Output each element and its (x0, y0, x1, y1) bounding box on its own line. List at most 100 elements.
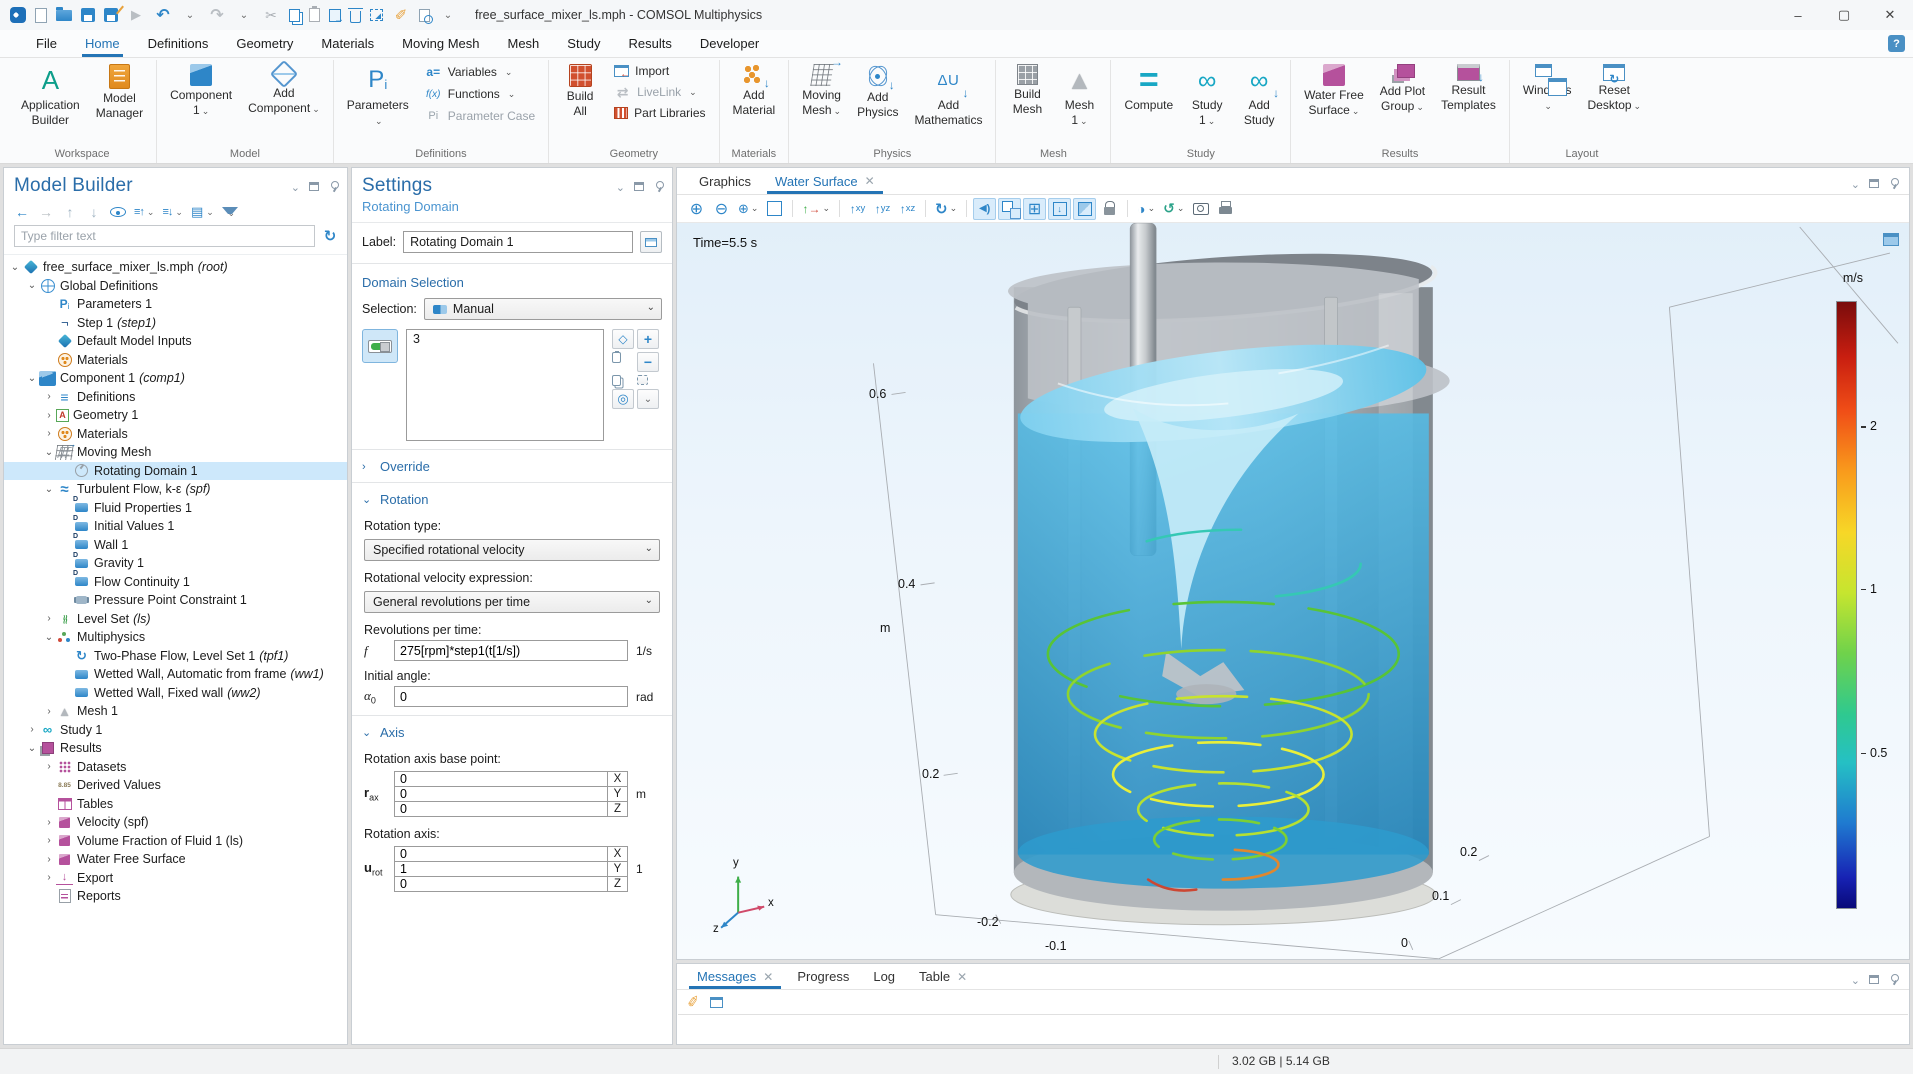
tree-item-datasets[interactable]: › Datasets (4, 758, 347, 777)
model-manager-button[interactable]: ModelManager (88, 60, 151, 121)
menu-tab[interactable]: Moving Mesh (388, 30, 493, 57)
field-input[interactable] (395, 847, 607, 861)
go-back-button[interactable] (14, 204, 30, 220)
tree-item-root[interactable]: ⌄ free_surface_mixer_ls.mph (root) (4, 258, 347, 277)
add-study-button[interactable]: AddStudy (1233, 60, 1285, 128)
tree-item-component-1[interactable]: ⌄ Component 1 (comp1) (4, 369, 347, 388)
tree-item-wall-1[interactable]: Wall 1 (4, 536, 347, 555)
menu-tab[interactable]: Home (71, 30, 134, 57)
close-button[interactable]: ✕ (1867, 0, 1913, 30)
scene-refresh-button[interactable] (1160, 198, 1187, 220)
run-button[interactable] (127, 6, 145, 24)
tree-item-default-model-inputs[interactable]: Default Model Inputs (4, 332, 347, 351)
paste-button[interactable] (309, 8, 320, 22)
sound-toggle[interactable] (973, 198, 996, 220)
add-mathematics-button[interactable]: AddMathematics (906, 60, 990, 128)
tree-chevron[interactable]: › (42, 706, 56, 717)
tree-item-wetted-wall-1[interactable]: Wetted Wall, Automatic from frame (ww1) (4, 665, 347, 684)
moving-mesh-button[interactable]: MovingMesh⌄ (794, 60, 849, 119)
new-file-button[interactable] (35, 8, 47, 23)
tree-chevron[interactable]: ⌄ (42, 447, 56, 458)
tree-item-pressure-point-constraint-1[interactable]: Pressure Point Constraint 1 (4, 591, 347, 610)
add-physics-button[interactable]: AddPhysics (849, 60, 906, 120)
tree-chevron[interactable]: ⌄ (8, 262, 22, 273)
study-1-button[interactable]: Study1⌄ (1181, 60, 1233, 129)
save-as-button[interactable] (104, 8, 118, 22)
tab-graphics[interactable]: Graphics (687, 168, 763, 194)
tree-item-reports[interactable]: Reports (4, 887, 347, 906)
filter-button[interactable] (222, 207, 238, 220)
expand-button[interactable] (134, 204, 154, 220)
tree-chevron[interactable]: › (42, 835, 56, 846)
panel-menu-icon[interactable] (1851, 176, 1860, 191)
comsol-logo-icon[interactable] (10, 7, 26, 23)
float-panel-icon[interactable] (309, 182, 319, 191)
reset-desktop-button[interactable]: ResetDesktop⌄ (1580, 60, 1650, 114)
copy-selection-button[interactable] (612, 375, 621, 386)
tree-chevron[interactable]: › (42, 391, 56, 402)
float-panel-icon[interactable] (1869, 179, 1879, 188)
add-material-button[interactable]: AddMaterial (725, 60, 784, 118)
tab-table[interactable]: Table✕ (907, 964, 979, 989)
tree-chevron[interactable]: ⌄ (42, 484, 56, 495)
collapse-button[interactable] (162, 204, 182, 220)
selection-list[interactable]: 3 (406, 329, 604, 441)
view-xz-button[interactable] (896, 198, 919, 220)
tree-item-export[interactable]: › Export (4, 869, 347, 888)
delete-button[interactable] (350, 11, 361, 23)
tree-item-water-free-surface[interactable]: › Water Free Surface (4, 850, 347, 869)
field-input[interactable] (395, 787, 607, 801)
tree-chevron[interactable]: › (25, 724, 39, 735)
messages-content[interactable] (678, 1014, 1908, 1043)
toolbar-overflow-button[interactable] (439, 6, 457, 24)
compute-button[interactable]: Compute (1116, 60, 1181, 114)
panel-menu-icon[interactable] (291, 179, 300, 194)
transparency-toggle[interactable] (998, 198, 1021, 220)
redo-menu-button[interactable] (235, 6, 253, 24)
tree-chevron[interactable]: › (42, 410, 56, 421)
tree-chevron[interactable]: ⌄ (25, 743, 39, 754)
pin-panel-icon[interactable] (653, 181, 664, 192)
tree-item-wetted-wall-2[interactable]: Wetted Wall, Fixed wall (ww2) (4, 684, 347, 703)
add-to-selection-button[interactable] (637, 329, 659, 349)
tree-chevron[interactable]: ⌄ (25, 280, 39, 291)
select-button[interactable] (370, 9, 383, 21)
plot-data-toggle[interactable] (1048, 198, 1071, 220)
undo-menu-button[interactable] (181, 6, 199, 24)
undo-button[interactable] (154, 6, 172, 24)
grid-toggle[interactable] (1023, 198, 1046, 220)
tree-item-rotating-domain-1[interactable]: Rotating Domain 1 (4, 462, 347, 481)
menu-tab[interactable]: Results (615, 30, 686, 57)
label-input[interactable] (403, 231, 633, 253)
clear-selection-button[interactable] (637, 375, 648, 385)
tree-item-flow-continuity-1[interactable]: Flow Continuity 1 (4, 573, 347, 592)
selection-list-item[interactable]: 3 (413, 332, 597, 349)
go-to-default-view-button[interactable] (799, 198, 833, 220)
tree-chevron[interactable]: › (42, 761, 56, 772)
zoom-out-button[interactable] (710, 198, 733, 220)
menu-tab[interactable]: Materials (307, 30, 388, 57)
menu-tab[interactable]: Study (553, 30, 614, 57)
clip-plane-toggle[interactable] (1073, 198, 1096, 220)
add-component-button[interactable]: AddComponent⌄ (240, 60, 328, 117)
panel-menu-icon[interactable] (1851, 972, 1860, 987)
part-libraries-button[interactable]: Part Libraries (608, 105, 711, 121)
remove-from-selection-button[interactable] (637, 352, 659, 372)
parameters-button[interactable]: Parameters⌄ (339, 60, 417, 129)
float-panel-icon[interactable] (1869, 975, 1879, 984)
tree-chevron[interactable]: ⌄ (42, 632, 56, 643)
graphics-canvas[interactable]: Time=5.5 s m/s 210.5 0.60.4m0.2-0.2-0.10… (677, 223, 1909, 959)
import-button[interactable]: Import (608, 63, 711, 79)
rotational-velocity-expression-dropdown[interactable]: General revolutions per time (364, 591, 660, 613)
show-button[interactable] (110, 207, 126, 217)
close-tab-icon[interactable]: ✕ (865, 174, 875, 188)
tree-item-definitions[interactable]: › Definitions (4, 388, 347, 407)
functions-button[interactable]: Functions⌄ (419, 85, 541, 103)
tree-item-turbulent-flow[interactable]: ⌄ Turbulent Flow, k-ε (spf) (4, 480, 347, 499)
create-selection-button[interactable] (612, 329, 634, 349)
zoom-extents-button[interactable] (763, 198, 786, 220)
tab-messages[interactable]: Messages✕ (685, 964, 785, 989)
mesh-1-button[interactable]: Mesh1⌄ (1053, 60, 1105, 129)
rotate-view-button[interactable] (932, 198, 960, 220)
build-mesh-button[interactable]: BuildMesh (1001, 60, 1053, 117)
